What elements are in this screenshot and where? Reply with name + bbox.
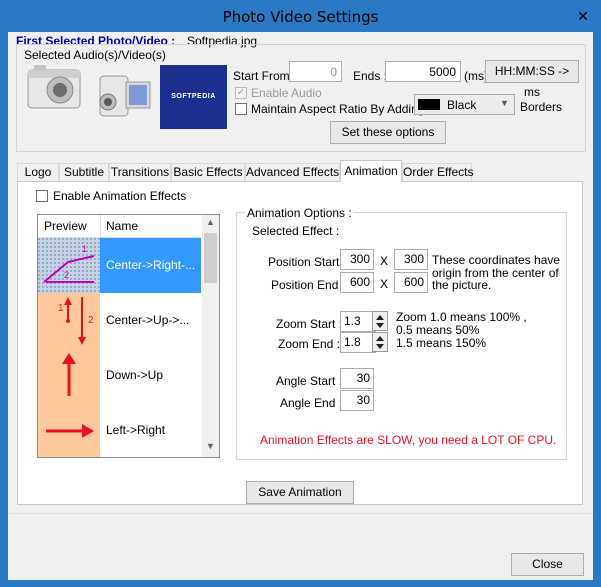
- coordinates-note: These coordinates have origin from the c…: [432, 253, 561, 292]
- scroll-down-icon[interactable]: ▼: [206, 441, 215, 451]
- tab-advanced-effects[interactable]: Advanced Effects: [245, 163, 340, 181]
- arrow-right-icon: [38, 403, 100, 457]
- chevron-down-icon: ▼: [500, 98, 509, 108]
- enable-audio-label: Enable Audio: [251, 86, 322, 100]
- border-color-value: Black: [447, 98, 477, 112]
- tab-animation[interactable]: Animation: [340, 160, 402, 182]
- effect-list-header: Preview Name: [38, 215, 201, 238]
- scroll-up-icon[interactable]: ▲: [206, 217, 215, 227]
- list-item-label: Down->Up: [106, 368, 164, 382]
- zoom-end-spinner[interactable]: [372, 332, 388, 352]
- scroll-thumb[interactable]: [204, 233, 217, 283]
- position-end-label: Position End :: [271, 278, 346, 292]
- selected-effect-label: Selected Effect :: [252, 224, 340, 238]
- list-item[interactable]: 1 2 Center->Right-...: [38, 238, 201, 293]
- enable-audio-checkbox[interactable]: ✓: [235, 87, 247, 99]
- window: Photo Video Settings ✕ First Selected Ph…: [0, 0, 601, 587]
- position-start-label: Position Start :: [268, 255, 347, 269]
- list-item-label: Center->Right-...: [106, 258, 196, 272]
- start-from-label: Start From :: [233, 69, 297, 83]
- zoom-start-label: Zoom Start :: [276, 317, 343, 331]
- close-button[interactable]: Close: [511, 553, 584, 576]
- arrow-up-icon: [38, 348, 100, 403]
- zoom-end-input[interactable]: 1.8: [340, 332, 376, 353]
- preview-thumbnail: SOFTPEDIA: [160, 65, 227, 129]
- svg-text:2: 2: [64, 270, 69, 280]
- angle-end-input[interactable]: 30: [340, 390, 374, 411]
- effect-list[interactable]: Preview Name 1 2 Center->Right-... 1 2 C…: [37, 214, 220, 458]
- angle-start-label: Angle Start :: [276, 374, 343, 388]
- zoom-end-label: Zoom End :: [278, 337, 341, 351]
- svg-text:2: 2: [88, 315, 94, 326]
- animation-tab-panel: Enable Animation Effects Preview Name 1 …: [17, 181, 583, 505]
- animation-options-title: Animation Options :: [245, 206, 354, 220]
- position-start-y-input[interactable]: 300: [394, 249, 428, 270]
- enable-animation-checkbox[interactable]: [36, 190, 48, 202]
- save-animation-button[interactable]: Save Animation: [246, 481, 354, 504]
- list-item-label: Center->Up->...: [106, 313, 190, 327]
- zoom-note-line1: Zoom 1.0 means 100% ,: [396, 310, 527, 324]
- spinner-arrows-icon: [376, 336, 384, 349]
- maintain-aspect-checkbox[interactable]: [235, 103, 247, 115]
- list-item-label: Left->Right: [106, 423, 166, 437]
- tab-logo[interactable]: Logo: [17, 163, 59, 181]
- list-item[interactable]: 1 2 Center->Up->...: [38, 293, 201, 348]
- border-color-select[interactable]: Black ▼: [414, 94, 515, 115]
- svg-text:1: 1: [82, 244, 87, 254]
- svg-text:1: 1: [58, 303, 64, 314]
- column-divider: [100, 215, 101, 237]
- tab-basic-effects[interactable]: Basic Effects: [171, 163, 245, 181]
- position-end-y-input[interactable]: 600: [394, 272, 428, 293]
- zoom-start-spinner[interactable]: [372, 311, 388, 331]
- center-up-preview-icon: 1 2: [38, 293, 100, 348]
- ends-input[interactable]: 5000: [385, 61, 461, 82]
- borders-label: Borders: [520, 100, 563, 114]
- window-close-icon[interactable]: ✕: [572, 7, 594, 25]
- tab-order-effects[interactable]: Order Effects: [402, 163, 473, 181]
- video-camera-icon: [99, 75, 151, 117]
- zoom-note-line3: 1.5 means 150%: [396, 336, 487, 350]
- angle-start-input[interactable]: 30: [340, 368, 374, 389]
- enable-animation-label: Enable Animation Effects: [53, 189, 187, 203]
- camera-icon: [27, 65, 81, 109]
- list-item[interactable]: Down->Up: [38, 348, 201, 403]
- window-title: Photo Video Settings: [222, 8, 379, 26]
- position-start-x-input[interactable]: 300: [340, 249, 374, 270]
- start-from-input[interactable]: 0: [289, 61, 342, 82]
- position-end-x-input[interactable]: 600: [340, 272, 374, 293]
- zoom-start-input[interactable]: 1.3: [340, 311, 376, 332]
- dialog-body: First Selected Photo/Video : Softpedia.j…: [8, 32, 593, 580]
- zoom-note-line2: 0.5 means 50%: [396, 323, 480, 337]
- border-color-swatch: [418, 99, 440, 110]
- column-name[interactable]: Name: [106, 219, 138, 233]
- times-sign: X: [380, 254, 389, 268]
- cpu-warning-text: Animation Effects are SLOW, you need a L…: [260, 433, 557, 447]
- hhmmss-to-ms-button[interactable]: HH:MM:SS -> ms: [485, 60, 579, 99]
- times-sign: X: [380, 277, 389, 291]
- set-options-button[interactable]: Set these options: [330, 121, 446, 144]
- title-bar: Photo Video Settings ✕: [1, 1, 600, 32]
- list-item[interactable]: Left->Right: [38, 403, 201, 457]
- tab-subtitle[interactable]: Subtitle: [59, 163, 109, 181]
- maintain-aspect-label: Maintain Aspect Ratio By Adding: [251, 102, 425, 116]
- center-right-preview-icon: 1 2: [38, 238, 100, 293]
- angle-end-label: Angle End :: [280, 396, 343, 410]
- footer-bar: Close: [8, 513, 593, 580]
- effect-list-scrollbar[interactable]: ▲ ▼: [202, 215, 219, 457]
- tab-transitions[interactable]: Transitions: [109, 163, 171, 181]
- spinner-arrows-icon: [376, 315, 384, 328]
- column-preview[interactable]: Preview: [44, 219, 87, 233]
- ends-label: Ends :: [353, 69, 388, 83]
